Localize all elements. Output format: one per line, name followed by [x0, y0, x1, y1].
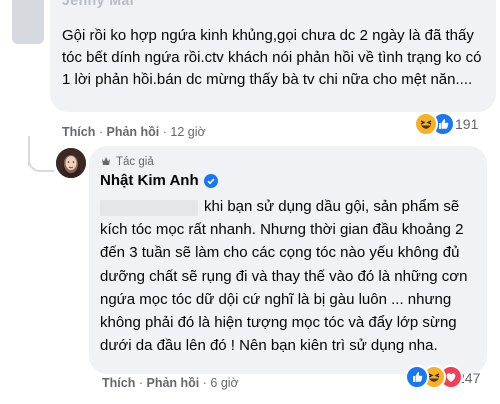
comment-author[interactable]: Jenny Mai: [62, 0, 134, 8]
separator-dot: ·: [162, 125, 167, 139]
reaction-count[interactable]: 191: [455, 116, 478, 132]
separator-dot: ·: [202, 376, 207, 390]
comment-reactions[interactable]: [414, 112, 455, 136]
reply-link[interactable]: Phản hồi: [146, 376, 199, 390]
reply-author-row: Nhật Kim Anh: [100, 172, 218, 189]
comment-actions: Thích · Phản hồi · 12 giờ: [62, 125, 206, 139]
reply-time[interactable]: 6 giờ: [210, 376, 238, 390]
reply-actions: Thích · Phản hồi · 6 giờ: [102, 376, 239, 390]
separator-dot: ·: [98, 125, 103, 139]
reply-text: khi bạn sử dụng dầu gội, sản phẩm sẽ kíc…: [100, 198, 468, 355]
commenter-avatar[interactable]: [12, 0, 44, 44]
reply-author[interactable]: Nhật Kim Anh: [100, 172, 199, 189]
author-badge-icon: [100, 155, 112, 169]
comment-text: Gội rồi ko hợp ngứa kinh khủng,gọi chưa …: [62, 27, 482, 88]
verified-badge-icon: [203, 173, 218, 188]
thread-connector: [28, 150, 54, 172]
author-role-label: Tác giả: [116, 156, 154, 168]
comment-time[interactable]: 12 giờ: [170, 125, 205, 139]
haha-icon: [414, 112, 438, 136]
reply-link[interactable]: Phản hồi: [106, 125, 159, 139]
like-link[interactable]: Thích: [102, 376, 135, 390]
reply-reactions[interactable]: [405, 365, 463, 389]
author-role: Tác giả: [100, 155, 154, 169]
like-icon: [405, 365, 429, 389]
author-avatar[interactable]: [56, 148, 86, 178]
like-link[interactable]: Thích: [62, 125, 95, 139]
separator-dot: ·: [138, 376, 143, 390]
